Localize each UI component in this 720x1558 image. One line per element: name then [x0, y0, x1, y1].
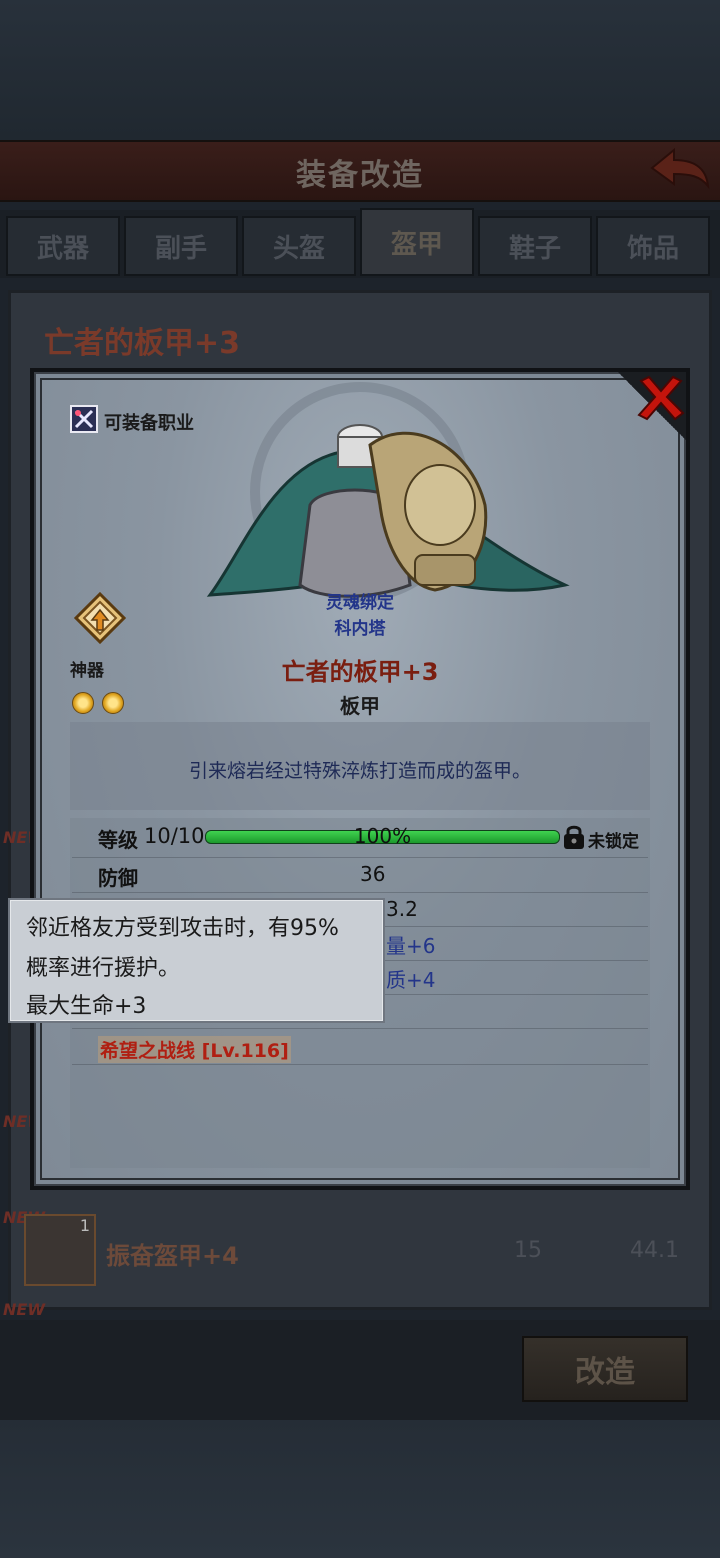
set-name-text: 希望之战线	[100, 1040, 196, 1062]
stat-label-defense: 防御	[98, 866, 138, 890]
item-level-badge: 1	[79, 1216, 90, 1235]
armor-thumbnail-icon: 1	[24, 1214, 96, 1286]
tab-shoes[interactable]: 鞋子	[478, 216, 592, 276]
modify-button[interactable]: 改造	[522, 1336, 688, 1402]
close-icon	[637, 375, 685, 421]
stat-bonus: 量+6	[386, 934, 436, 958]
top-background	[0, 0, 720, 140]
list-selected-title: 亡者的板甲+3	[44, 326, 241, 361]
lock-icon[interactable]	[562, 824, 586, 850]
divider	[72, 892, 648, 893]
item-name: 亡者的板甲+3	[281, 658, 439, 686]
tooltip-line: 邻近格友方受到攻击时，有95%	[26, 916, 339, 941]
lock-status-label[interactable]: 未锁定	[588, 827, 639, 852]
set-effect-name[interactable]: 希望之战线 [Lv.116]	[98, 1036, 291, 1063]
bound-character-name: 科内塔	[334, 619, 386, 639]
tab-offhand[interactable]: 副手	[124, 216, 238, 276]
tooltip: 邻近格友方受到攻击时，有95% 概率进行援护。 最大生命+3	[8, 898, 385, 1023]
divider	[72, 1028, 648, 1029]
list-item[interactable]: 1 振奋盔甲+4 15 44.1	[24, 1214, 712, 1288]
page-title: 装备改造	[296, 158, 424, 193]
close-button[interactable]	[632, 370, 688, 426]
tooltip-line: 概率进行援护。	[26, 956, 181, 981]
tab-weapon[interactable]: 武器	[6, 216, 120, 276]
soul-bind-label: 灵魂绑定	[326, 593, 394, 613]
list-item-name: 振奋盔甲+4	[106, 1242, 239, 1270]
tab-armor[interactable]: 盔甲	[360, 208, 474, 276]
item-type: 板甲	[340, 694, 380, 718]
divider	[72, 1064, 648, 1065]
list-item-defense: 15	[514, 1238, 542, 1263]
back-arrow-icon[interactable]	[648, 146, 712, 192]
upgrade-icon[interactable]	[74, 592, 126, 644]
stat-bonus: 质+4	[386, 968, 436, 992]
new-badge: NEW	[3, 1300, 45, 1319]
stat-value: 3.2	[386, 897, 418, 921]
level-percent: 100%	[353, 824, 412, 848]
tab-accessory[interactable]: 饰品	[596, 216, 710, 276]
bottom-background	[0, 1420, 720, 1558]
item-description: 引来熔岩经过特殊淬炼打造而成的盔甲。	[188, 760, 531, 782]
stat-value-defense: 36	[360, 862, 386, 886]
soul-bind-status: 灵魂绑定 科内塔	[300, 590, 420, 642]
list-item-power: 44.1	[630, 1238, 679, 1263]
level-value: 10/10	[144, 824, 205, 848]
tooltip-line: 最大生命+3	[26, 994, 147, 1019]
set-level-text: [Lv.116]	[201, 1040, 289, 1062]
tab-helmet[interactable]: 头盔	[242, 216, 356, 276]
armor-icon	[206, 424, 570, 598]
equippable-class-label[interactable]: 可装备职业	[104, 409, 194, 435]
divider	[72, 857, 648, 858]
class-icon[interactable]	[70, 405, 98, 433]
level-label: 等级	[98, 828, 138, 852]
